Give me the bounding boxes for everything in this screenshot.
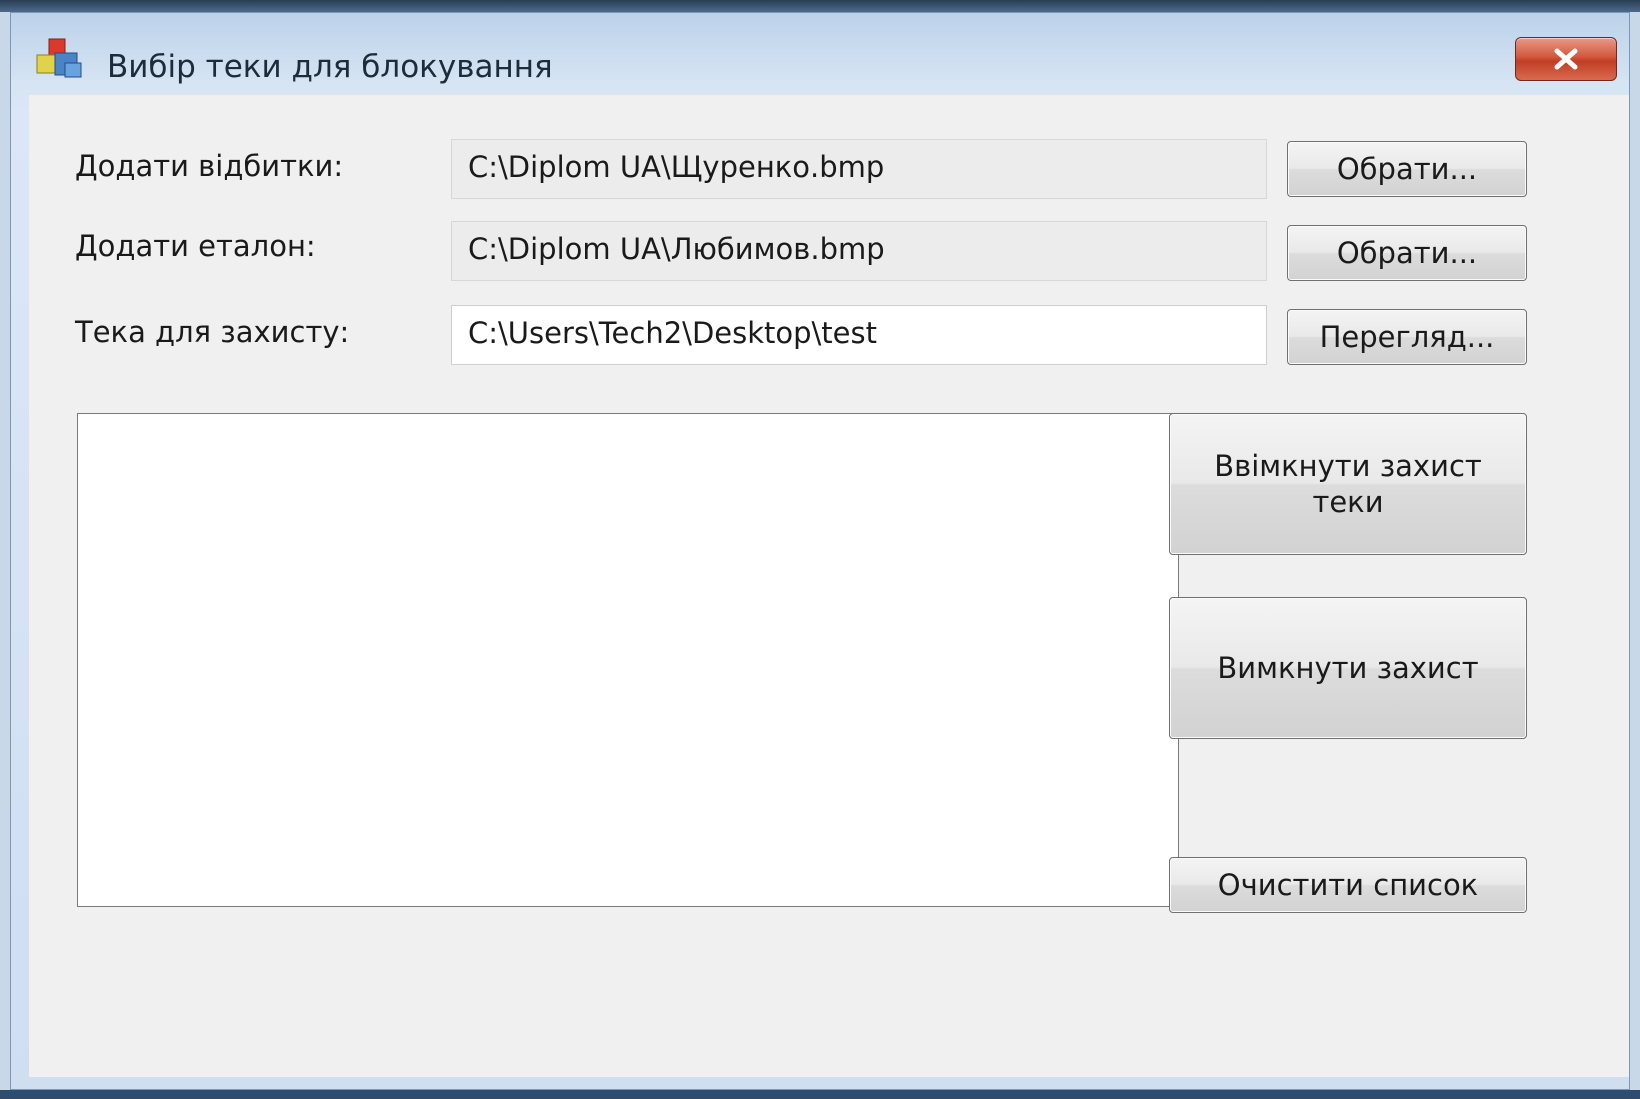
desktop-bottom-edge bbox=[0, 1090, 1640, 1099]
dialog-window: Вибір теки для блокування Додати відбитк… bbox=[10, 12, 1630, 1090]
reference-label: Додати еталон: bbox=[75, 229, 316, 263]
disable-protection-button[interactable]: Вимкнути захист bbox=[1169, 597, 1527, 739]
folder-path-field[interactable]: C:\Users\Tech2\Desktop\test bbox=[451, 305, 1267, 365]
reference-path-field[interactable]: C:\Diplom UA\Любимов.bmp bbox=[451, 221, 1267, 281]
window-title: Вибір теки для блокування bbox=[107, 49, 553, 85]
prints-browse-button[interactable]: Обрати... bbox=[1287, 141, 1527, 197]
folder-label: Тека для захисту: bbox=[75, 315, 350, 349]
folder-list[interactable] bbox=[77, 413, 1179, 907]
prints-label: Додати відбитки: bbox=[75, 149, 344, 183]
enable-protection-button[interactable]: Ввімкнути захист теки bbox=[1169, 413, 1527, 555]
title-bar[interactable]: Вибір теки для блокування bbox=[11, 13, 1629, 95]
desktop-top-edge bbox=[0, 0, 1640, 12]
clear-list-button[interactable]: Очистити список bbox=[1169, 857, 1527, 913]
dialog-body: Додати відбитки: C:\Diplom UA\Щуренко.bm… bbox=[29, 95, 1629, 1077]
prints-path-field[interactable]: C:\Diplom UA\Щуренко.bmp bbox=[451, 139, 1267, 199]
close-button[interactable] bbox=[1515, 37, 1617, 81]
close-icon bbox=[1554, 48, 1578, 70]
reference-browse-button[interactable]: Обрати... bbox=[1287, 225, 1527, 281]
app-blocks-icon bbox=[36, 38, 82, 78]
folder-browse-button[interactable]: Перегляд... bbox=[1287, 309, 1527, 365]
